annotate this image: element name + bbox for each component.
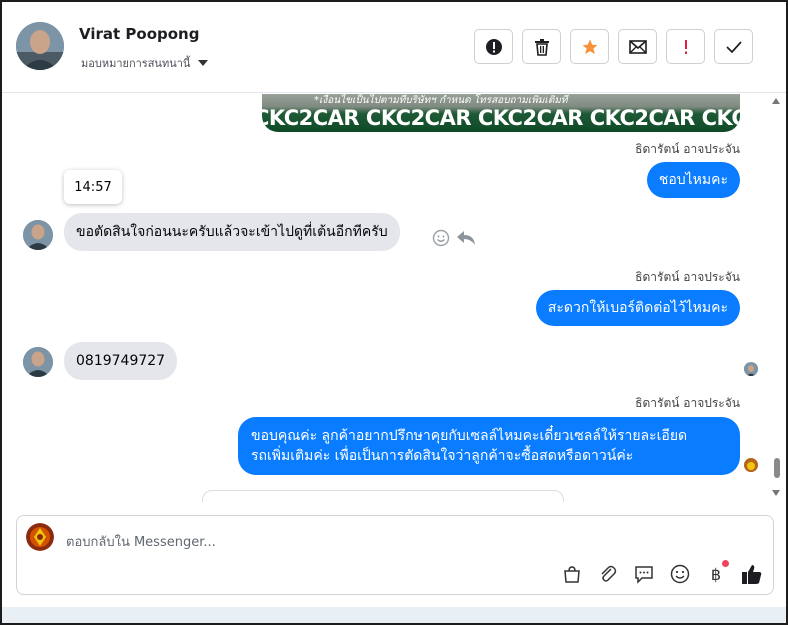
scrollbar-thumb[interactable] — [774, 458, 780, 478]
message-line: รถเพิ่มเติมค่ะ เพื่อเป็นการตัดสินใจว่าลู… — [251, 448, 634, 464]
message-thread[interactable]: *เงื่อนไขเป็นไปตามที่บริษัทฯ กำหนด โทรสอ… — [2, 94, 786, 502]
scroll-down-arrow-icon[interactable] — [772, 490, 780, 496]
sender-name: ธิดารัตน์ อาจประจัน — [635, 396, 740, 410]
paperclip-icon[interactable] — [597, 563, 619, 585]
contact-avatar-small — [23, 220, 53, 250]
message-composer[interactable]: ตอบกลับใน Messenger... ฿ — [16, 515, 774, 595]
envelope-icon — [628, 39, 647, 54]
reply-input[interactable]: ตอบกลับใน Messenger... — [66, 531, 216, 552]
delete-button[interactable] — [522, 29, 561, 64]
quick-reply-card — [202, 490, 564, 502]
checkmark-icon — [725, 40, 742, 53]
outgoing-message[interactable]: ขอบคุณค่ะ ลูกค้าอยากปรึกษาคุยกับเซลล์ไหม… — [238, 417, 740, 475]
outgoing-message[interactable]: สะดวกให้เบอร์ติดต่อไว้ไหมคะ — [535, 290, 740, 326]
chevron-down-icon — [198, 60, 209, 66]
exclamation-circle-icon — [485, 38, 502, 55]
notification-dot — [722, 560, 729, 567]
messenger-inbox-panel: Virat Poopong มอบหมายการสนทนานี้ *เงื่อน… — [0, 0, 788, 625]
thumbs-up-icon[interactable] — [741, 563, 763, 585]
conversation-scrollbar[interactable] — [770, 94, 782, 502]
reply-arrow-icon[interactable] — [456, 229, 476, 251]
assign-conversation-dropdown[interactable]: มอบหมายการสนทนานี้ — [81, 54, 209, 72]
star-button[interactable] — [570, 29, 609, 64]
timestamp-tooltip: 14:57 — [64, 170, 122, 204]
saved-reply-icon[interactable] — [633, 563, 655, 585]
mail-button[interactable] — [618, 29, 657, 64]
incoming-message[interactable]: 0819749727 — [64, 342, 178, 380]
conversation-header: Virat Poopong มอบหมายการสนทนานี้ — [2, 2, 786, 93]
contact-avatar-small — [23, 347, 53, 377]
sender-name: ธิดารัตน์ อาจประจัน — [635, 142, 740, 156]
react-emoji-icon[interactable] — [432, 229, 450, 251]
footer-strip — [2, 607, 786, 623]
scroll-up-arrow-icon[interactable] — [772, 98, 780, 104]
page-avatar — [26, 523, 54, 551]
shopping-bag-icon[interactable] — [561, 563, 583, 585]
exclamation-icon — [684, 39, 687, 54]
trash-icon — [534, 38, 549, 56]
report-button[interactable] — [474, 29, 513, 64]
outgoing-message[interactable]: ชอบไหมคะ — [646, 162, 740, 198]
sender-name: ธิดารัตน์ อาจประจัน — [635, 270, 740, 284]
incoming-message[interactable]: ขอตัดสินใจก่อนนะครับแล้วจะเข้าไปดูที่เต้… — [64, 213, 400, 251]
shared-image-attachment[interactable]: *เงื่อนไขเป็นไปตามที่บริษัทฯ กำหนด โทรสอ… — [262, 94, 740, 132]
image-brand-text: CKC2CAR CKC2CAR CKC2CAR CKC2CAR CKC2 — [262, 106, 740, 130]
page-seen-avatar — [744, 458, 758, 472]
baht-icon[interactable]: ฿ — [705, 560, 729, 585]
assign-label: มอบหมายการสนทนานี้ — [81, 57, 191, 70]
baht-symbol: ฿ — [710, 564, 722, 584]
contact-avatar[interactable] — [16, 22, 64, 70]
seen-receipt-avatar — [744, 362, 758, 376]
contact-name[interactable]: Virat Poopong — [79, 25, 199, 43]
composer-toolbar: ฿ — [561, 560, 763, 586]
message-line: ขอบคุณค่ะ ลูกค้าอยากปรึกษาคุยกับเซลล์ไหม… — [251, 428, 688, 444]
star-icon — [582, 39, 597, 54]
mark-done-button[interactable] — [714, 29, 753, 64]
mark-important-button[interactable] — [666, 29, 705, 64]
emoji-icon[interactable] — [669, 563, 691, 585]
